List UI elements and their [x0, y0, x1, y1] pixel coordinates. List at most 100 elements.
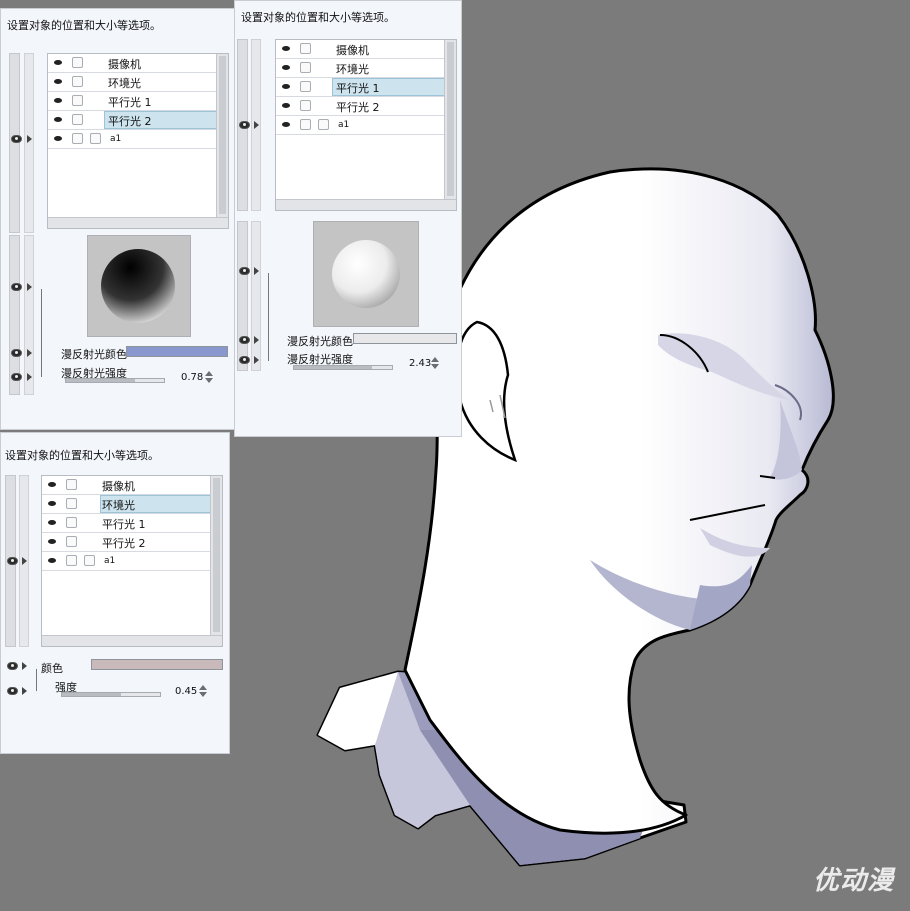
layer-row[interactable]: a1	[276, 116, 444, 135]
layer-row[interactable]: 摄像机	[48, 54, 216, 73]
layer-row[interactable]: 摄像机	[42, 476, 210, 495]
spin-arrows-icon[interactable]	[431, 357, 439, 369]
eye-icon[interactable]	[48, 482, 56, 487]
ambient-color-swatch[interactable]	[91, 659, 223, 670]
expand-arrow-icon[interactable]	[254, 356, 259, 364]
eye-icon[interactable]	[7, 662, 18, 670]
horizontal-scrollbar[interactable]	[42, 635, 222, 646]
layer-row-selected[interactable]: 平行光 1	[276, 78, 445, 97]
layer-row-selected[interactable]: 平行光 2	[48, 111, 217, 130]
eye-icon[interactable]	[11, 135, 22, 143]
layer-row[interactable]: 环境光	[48, 73, 216, 92]
eye-icon[interactable]	[48, 539, 56, 544]
lock-checkbox[interactable]	[72, 76, 83, 87]
layer-row-selected[interactable]: 环境光	[42, 495, 211, 514]
eye-icon[interactable]	[54, 117, 62, 122]
lock-checkbox[interactable]	[300, 100, 311, 111]
eye-icon[interactable]	[54, 79, 62, 84]
lock-checkbox[interactable]	[300, 62, 311, 73]
preview-sphere	[101, 249, 175, 323]
lock-checkbox[interactable]	[300, 119, 311, 130]
layer-row[interactable]: 平行光 1	[48, 92, 216, 111]
expand-arrow-icon[interactable]	[254, 267, 259, 275]
lock-checkbox[interactable]	[72, 114, 83, 125]
horizontal-scrollbar[interactable]	[276, 199, 456, 210]
layer-row[interactable]: 摄像机	[276, 40, 444, 59]
lock-checkbox[interactable]	[66, 517, 77, 528]
expand-arrow-icon[interactable]	[254, 336, 259, 344]
eye-icon[interactable]	[239, 267, 250, 275]
eye-icon[interactable]	[48, 520, 56, 525]
layer-row[interactable]: a1	[48, 130, 216, 149]
expand-arrow-icon[interactable]	[27, 135, 32, 143]
layer-row[interactable]: 平行光 2	[42, 533, 210, 552]
lock-checkbox[interactable]	[66, 479, 77, 490]
spin-arrows-icon[interactable]	[205, 371, 213, 383]
eye-icon[interactable]	[11, 349, 22, 357]
eye-icon[interactable]	[239, 356, 250, 364]
eye-icon[interactable]	[282, 84, 290, 89]
eye-icon[interactable]	[54, 60, 62, 65]
intensity-value[interactable]: 0.45	[175, 686, 197, 697]
expand-gutter	[24, 53, 34, 233]
layer-row[interactable]: 平行光 1	[42, 514, 210, 533]
vertical-scrollbar[interactable]	[444, 40, 456, 210]
layer-settings-panel-diffuse-2: 设置对象的位置和大小等选项。 摄像机 环境光 平行光 1 平行光 2 a1 漫反…	[0, 8, 236, 430]
lock-checkbox[interactable]	[90, 133, 101, 144]
eye-icon[interactable]	[239, 336, 250, 344]
layer-row[interactable]: a1	[42, 552, 210, 571]
layer-row[interactable]: 平行光 2	[276, 97, 444, 116]
eye-icon[interactable]	[282, 46, 290, 51]
expand-arrow-icon[interactable]	[254, 121, 259, 129]
expand-arrow-icon[interactable]	[27, 373, 32, 381]
lock-checkbox[interactable]	[84, 555, 95, 566]
layer-row[interactable]: 环境光	[276, 59, 444, 78]
eye-icon[interactable]	[282, 65, 290, 70]
intensity-value[interactable]: 0.78	[181, 372, 203, 383]
lock-checkbox[interactable]	[300, 43, 311, 54]
layer-label: 摄像机	[336, 44, 369, 57]
diffuse-color-swatch[interactable]	[126, 346, 228, 357]
eye-icon[interactable]	[54, 98, 62, 103]
panel-title: 设置对象的位置和大小等选项。	[7, 19, 161, 32]
visibility-gutter	[9, 235, 20, 395]
eye-icon[interactable]	[7, 557, 18, 565]
expand-arrow-icon[interactable]	[22, 557, 27, 565]
eye-icon[interactable]	[282, 103, 290, 108]
horizontal-scrollbar[interactable]	[48, 217, 228, 228]
ambient-intensity-slider[interactable]	[61, 692, 161, 697]
expand-arrow-icon[interactable]	[27, 283, 32, 291]
expand-arrow-icon[interactable]	[22, 687, 27, 695]
diffuse-color-label: 漫反射光颜色	[61, 348, 127, 361]
lock-checkbox[interactable]	[300, 81, 311, 92]
vertical-scrollbar[interactable]	[216, 54, 228, 228]
eye-icon[interactable]	[11, 373, 22, 381]
eye-icon[interactable]	[11, 283, 22, 291]
eye-icon[interactable]	[239, 121, 250, 129]
vertical-scrollbar[interactable]	[210, 476, 222, 646]
lock-checkbox[interactable]	[72, 95, 83, 106]
diffuse-intensity-slider[interactable]	[65, 378, 165, 383]
eye-icon[interactable]	[54, 136, 62, 141]
eye-icon[interactable]	[48, 501, 56, 506]
lock-checkbox[interactable]	[318, 119, 329, 130]
eye-icon[interactable]	[282, 122, 290, 127]
lock-checkbox[interactable]	[66, 555, 77, 566]
layer-label: 平行光 2	[108, 115, 152, 128]
lock-checkbox[interactable]	[66, 536, 77, 547]
lock-checkbox[interactable]	[66, 498, 77, 509]
visibility-gutter	[9, 53, 20, 233]
panel-title: 设置对象的位置和大小等选项。	[241, 11, 395, 24]
layer-settings-panel-diffuse-1: 设置对象的位置和大小等选项。 摄像机 环境光 平行光 1 平行光 2 a1 漫反…	[234, 0, 462, 437]
diffuse-color-swatch[interactable]	[353, 333, 457, 344]
layer-label: 平行光 1	[108, 96, 152, 109]
expand-arrow-icon[interactable]	[22, 662, 27, 670]
expand-arrow-icon[interactable]	[27, 349, 32, 357]
diffuse-intensity-slider[interactable]	[293, 365, 393, 370]
lock-checkbox[interactable]	[72, 57, 83, 68]
eye-icon[interactable]	[7, 687, 18, 695]
eye-icon[interactable]	[48, 558, 56, 563]
lock-checkbox[interactable]	[72, 133, 83, 144]
intensity-value[interactable]: 2.43	[409, 358, 431, 369]
spin-arrows-icon[interactable]	[199, 685, 207, 697]
